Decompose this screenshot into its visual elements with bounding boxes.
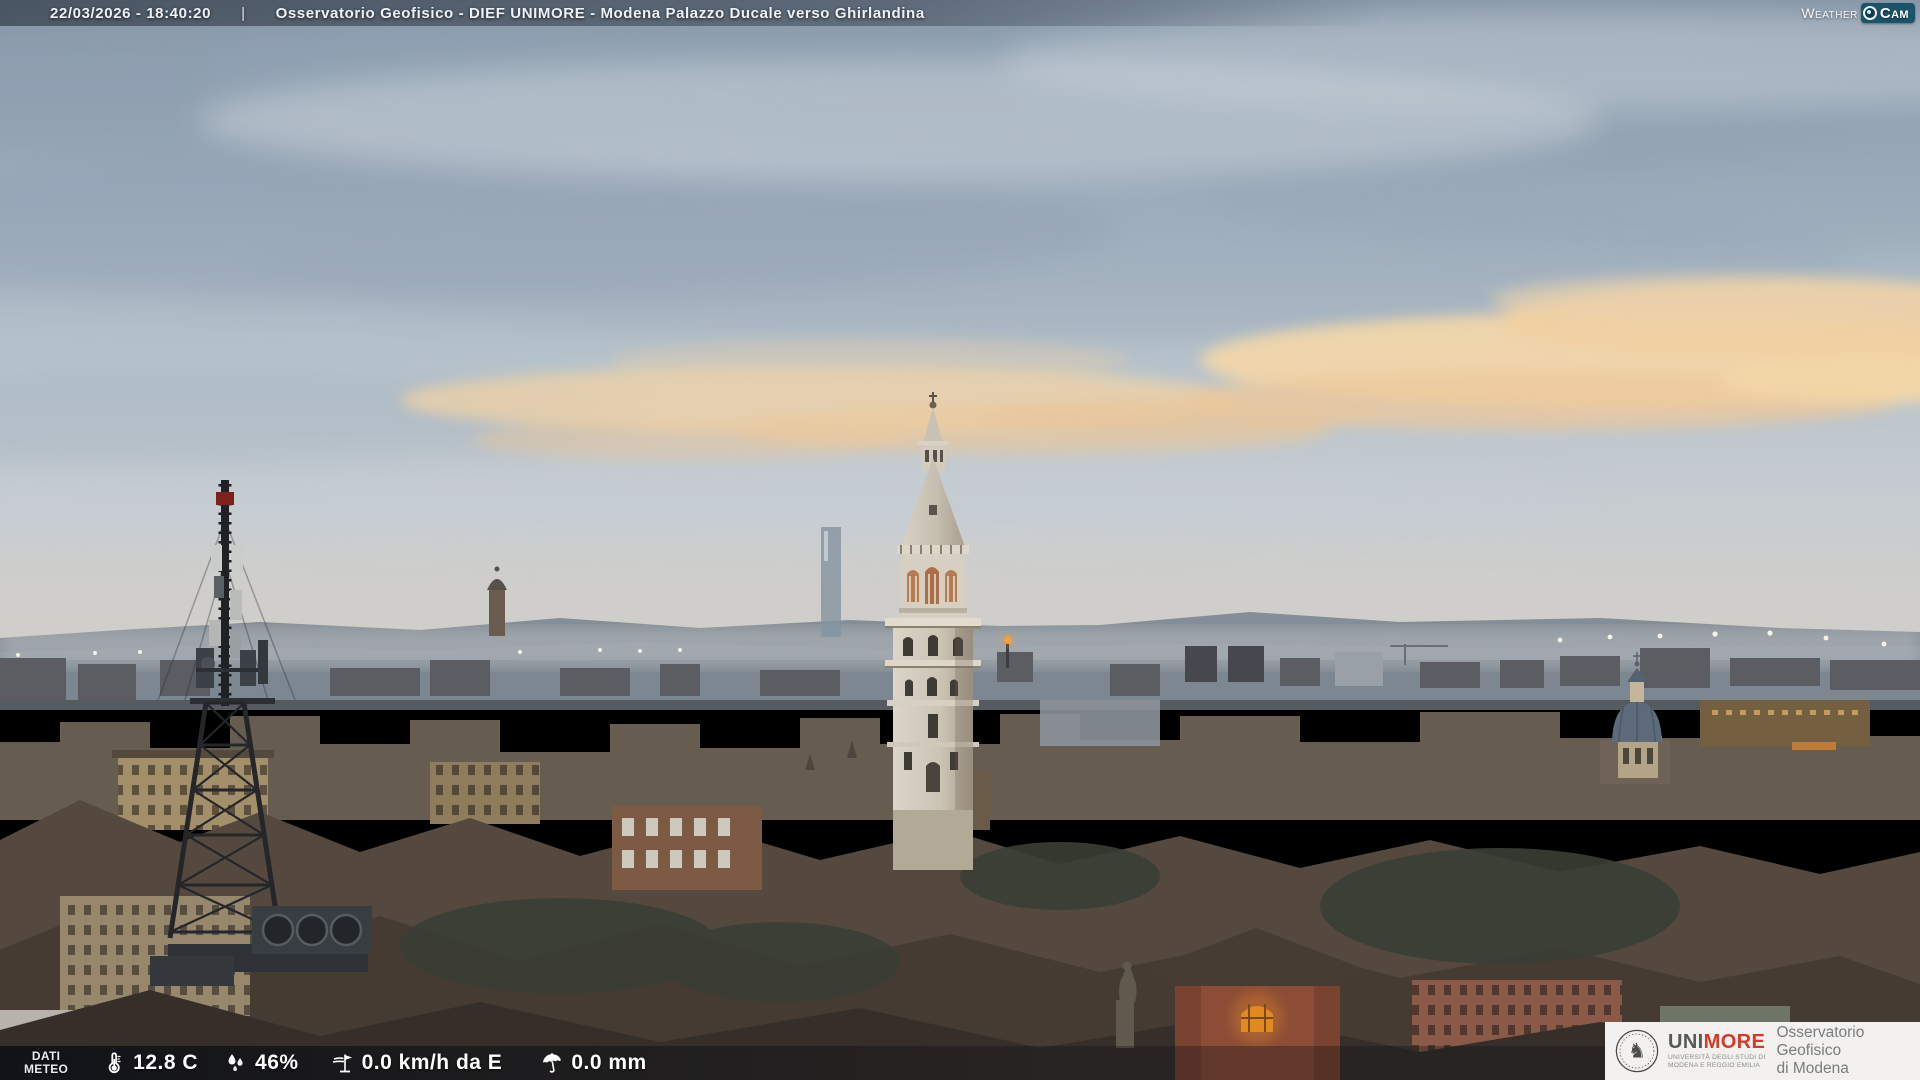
header-bar: 22/03/2026 - 18:40:20 | Osservatorio Geo… bbox=[0, 0, 1920, 26]
webcam-photo bbox=[0, 0, 1920, 1080]
water-drops-icon bbox=[228, 1054, 243, 1071]
university-seal-icon: ♞ bbox=[1615, 1029, 1659, 1073]
unimore-more-text: MORE bbox=[1703, 1030, 1766, 1053]
weathercam-watermark: Weather Cam bbox=[1801, 3, 1915, 23]
wind-value: 0.0 km/h da E bbox=[361, 1051, 503, 1074]
temperature-value: 12.8 C bbox=[133, 1051, 199, 1074]
temperature-reading: 12.8 C bbox=[102, 1051, 198, 1075]
unimore-brand: UNIMORE UNIVERSITÀ DEGLI STUDI DI MODENA… bbox=[1668, 1032, 1765, 1070]
separator: | bbox=[241, 4, 246, 22]
rain-value: 0.0 mm bbox=[571, 1051, 647, 1074]
webcam-page: 22/03/2026 - 18:40:20 | Osservatorio Geo… bbox=[0, 0, 1920, 1080]
umbrella-icon bbox=[543, 1053, 562, 1073]
belfry-arches bbox=[907, 567, 957, 604]
timestamp: 22/03/2026 - 18:40:20 bbox=[50, 4, 212, 22]
camera-title: Osservatorio Geofisico - DIEF UNIMORE - … bbox=[275, 4, 925, 22]
weathercam-weather-label: Weather bbox=[1801, 5, 1858, 21]
thermometer-icon bbox=[108, 1052, 121, 1074]
dati-meteo-label: DATI METEO bbox=[24, 1049, 69, 1076]
humidity-reading: 46% bbox=[224, 1051, 299, 1075]
unimore-uni-text: UNI bbox=[1668, 1030, 1704, 1053]
humidity-value: 46% bbox=[255, 1051, 299, 1074]
camera-lens-icon bbox=[1862, 6, 1877, 20]
wind-vane-icon bbox=[332, 1054, 352, 1073]
rain-reading: 0.0 mm bbox=[540, 1051, 646, 1075]
unimore-dept-line1: UNIVERSITÀ DEGLI STUDI DI bbox=[1668, 1053, 1766, 1061]
wind-reading: 0.0 km/h da E bbox=[331, 1051, 503, 1075]
unimore-logo-box: ♞ UNIMORE UNIVERSITÀ DEGLI STUDI DI MODE… bbox=[1605, 1022, 1920, 1080]
unimore-dept-line2: MODENA E REGGIO EMILIA bbox=[1668, 1062, 1760, 1069]
svg-text:♞: ♞ bbox=[1628, 1038, 1646, 1062]
weathercam-cam-label: Cam bbox=[1879, 4, 1909, 22]
weathercam-badge: Cam bbox=[1860, 3, 1915, 23]
observatory-name: Osservatorio Geofisico di Modena bbox=[1776, 1024, 1865, 1077]
